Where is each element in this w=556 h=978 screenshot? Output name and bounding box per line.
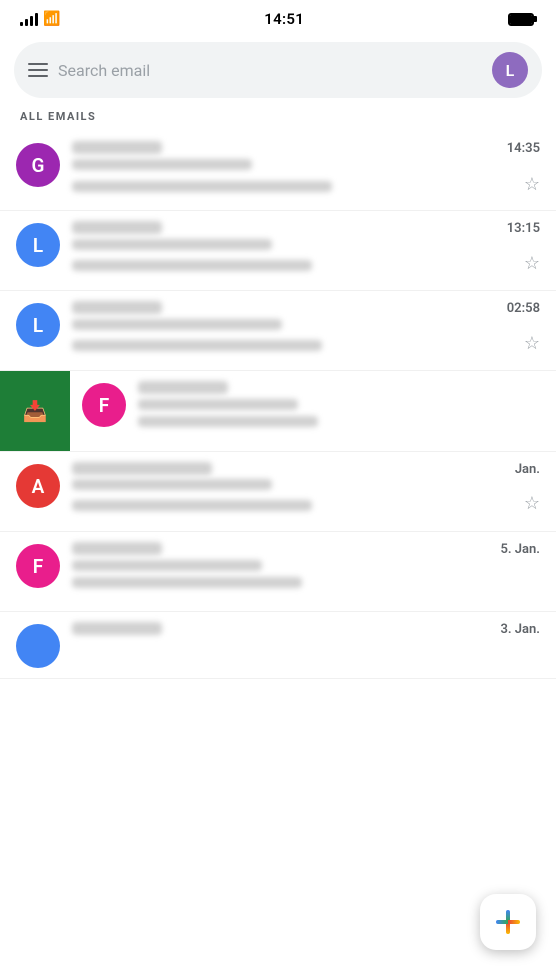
swipe-email-content[interactable]: F (70, 371, 556, 451)
email-sender (72, 301, 162, 314)
menu-icon[interactable] (28, 63, 48, 77)
list-item[interactable]: G 14:35 ☆ (0, 131, 556, 211)
email-list: G 14:35 ☆ L 13:15 ☆ (0, 131, 556, 679)
avatar: L (16, 223, 60, 267)
email-sender (72, 542, 162, 555)
search-input[interactable]: Search email (58, 61, 482, 80)
email-time: Jan. (515, 462, 540, 477)
email-preview (72, 500, 312, 511)
status-left: 📶 (20, 11, 60, 27)
email-time: 5. Jan. (500, 542, 540, 557)
list-item[interactable]: A Jan. ☆ (0, 452, 556, 532)
wifi-icon: 📶 (43, 11, 60, 27)
email-content: 5. Jan. (72, 542, 540, 588)
email-sender (72, 462, 212, 475)
battery-icon (508, 13, 536, 26)
compose-button[interactable] (480, 894, 536, 950)
email-time: 14:35 (507, 141, 540, 156)
email-sender (72, 622, 162, 635)
email-preview (72, 260, 312, 271)
avatar (16, 624, 60, 668)
star-icon[interactable]: ☆ (524, 174, 540, 195)
email-time: 13:15 (507, 221, 540, 236)
email-content: 3. Jan. (72, 622, 540, 640)
email-preview (72, 181, 332, 192)
status-bar: 📶 14:51 (0, 0, 556, 36)
star-icon[interactable]: ☆ (524, 493, 540, 514)
list-item[interactable]: L 02:58 ☆ (0, 291, 556, 371)
email-time: 3. Jan. (500, 622, 540, 637)
email-content: 14:35 ☆ (72, 141, 540, 195)
signal-icon (20, 12, 38, 26)
avatar: F (82, 383, 126, 427)
email-subject (72, 479, 272, 490)
email-content: 13:15 ☆ (72, 221, 540, 274)
list-item[interactable]: F 5. Jan. (0, 532, 556, 612)
email-sender (72, 141, 162, 154)
email-preview (72, 340, 322, 351)
section-label: ALL EMAILS (0, 110, 556, 131)
email-sender (72, 221, 162, 234)
avatar: F (16, 544, 60, 588)
email-subject (72, 239, 272, 250)
star-icon[interactable]: ☆ (524, 253, 540, 274)
email-subject (72, 560, 262, 571)
search-bar[interactable]: Search email L (14, 42, 542, 98)
email-time: 02:58 (507, 301, 540, 316)
compose-icon (496, 910, 520, 934)
status-time: 14:51 (264, 10, 304, 28)
email-subject (72, 159, 252, 170)
email-content: 02:58 ☆ (72, 301, 540, 354)
avatar[interactable]: L (492, 52, 528, 88)
email-subject (72, 319, 282, 330)
email-content (138, 381, 540, 427)
email-sender (138, 381, 228, 394)
list-item[interactable]: 3. Jan. (0, 612, 556, 679)
avatar: L (16, 303, 60, 347)
archive-icon: 📥 (23, 399, 48, 423)
list-item[interactable]: 📥 F (0, 371, 556, 452)
email-preview (138, 416, 318, 427)
list-item[interactable]: L 13:15 ☆ (0, 211, 556, 291)
avatar: A (16, 464, 60, 508)
email-content: Jan. ☆ (72, 462, 540, 514)
swipe-archive-action[interactable]: 📥 (0, 371, 70, 451)
email-preview (72, 577, 302, 588)
avatar: G (16, 143, 60, 187)
star-icon[interactable]: ☆ (524, 333, 540, 354)
email-subject (138, 399, 298, 410)
